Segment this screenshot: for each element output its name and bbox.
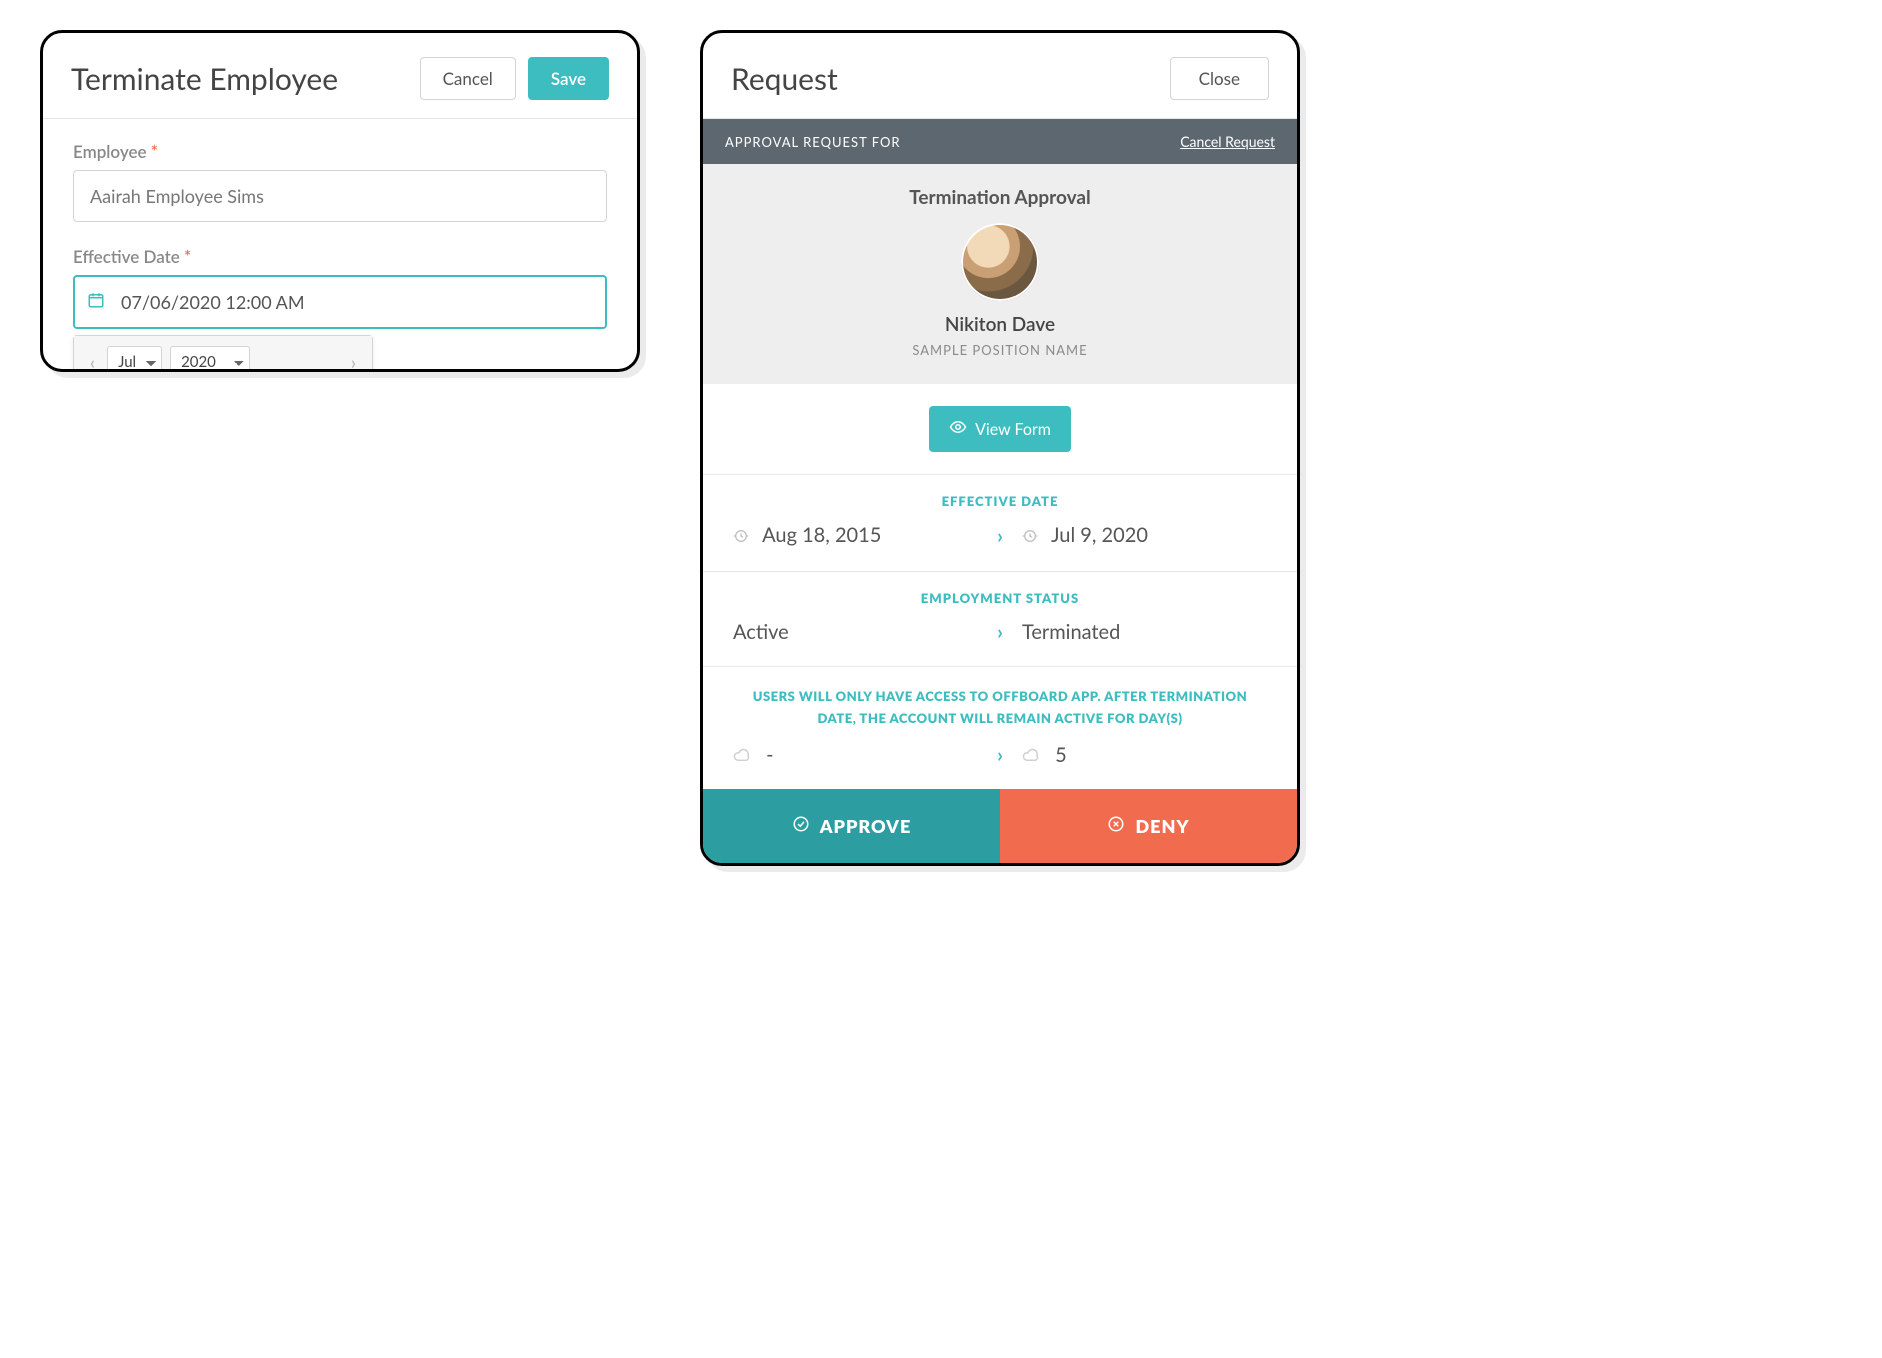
access-note: USERS WILL ONLY HAVE ACCESS TO OFFBOARD …	[733, 685, 1267, 729]
employment-status-to: Terminated	[1022, 620, 1267, 644]
calendar-icon	[87, 291, 105, 313]
employment-status-heading: EMPLOYMENT STATUS	[733, 590, 1267, 606]
effective-date-field: App. After termination day(s) ‹ Jul 2020	[73, 275, 607, 329]
action-bar: APPROVE DENY	[703, 789, 1297, 863]
request-panel: Request Close APPROVAL REQUEST FOR Cance…	[700, 30, 1300, 866]
approval-bar: APPROVAL REQUEST FOR Cancel Request	[703, 119, 1297, 164]
chevron-right-icon: ›	[988, 620, 1012, 644]
effective-date-label: Effective Date *	[73, 246, 607, 267]
view-form-button[interactable]: View Form	[929, 406, 1071, 452]
employee-input[interactable]	[73, 170, 607, 222]
employee-name: Nikiton Dave	[713, 313, 1287, 336]
effective-date-to: Jul 9, 2020	[1022, 523, 1267, 549]
cancel-button[interactable]: Cancel	[420, 57, 516, 100]
chevron-right-icon: ›	[988, 524, 1012, 548]
year-select[interactable]: 2020	[170, 346, 250, 372]
eye-icon	[949, 418, 967, 440]
employee-position: SAMPLE POSITION NAME	[713, 342, 1287, 358]
terminate-panel: Terminate Employee Cancel Save Employee …	[40, 30, 640, 372]
chevron-right-icon: ›	[988, 743, 1012, 767]
save-button[interactable]: Save	[528, 57, 609, 100]
clock-icon	[1022, 525, 1043, 549]
cancel-request-link[interactable]: Cancel Request	[1180, 133, 1275, 150]
datepicker: ‹ Jul 2020 › SuMoTuWeThFrSa 123456789101…	[73, 335, 373, 372]
cloud-icon	[733, 743, 756, 767]
avatar	[961, 223, 1039, 301]
x-circle-icon	[1107, 815, 1125, 837]
cloud-icon	[1022, 743, 1045, 767]
effective-date-from: Aug 18, 2015	[733, 523, 978, 549]
clock-icon	[733, 525, 754, 549]
employment-status-from: Active	[733, 620, 978, 644]
request-title: Request	[731, 61, 838, 97]
deny-button[interactable]: DENY	[1000, 789, 1297, 863]
employee-label: Employee *	[73, 141, 607, 162]
month-select[interactable]: Jul	[107, 346, 162, 372]
approve-button[interactable]: APPROVE	[703, 789, 1000, 863]
prev-month-button[interactable]: ‹	[86, 351, 99, 372]
terminate-title: Terminate Employee	[71, 61, 338, 97]
check-circle-icon	[792, 815, 810, 837]
close-button[interactable]: Close	[1170, 57, 1269, 100]
request-header: Request Close	[703, 33, 1297, 119]
effective-date-input[interactable]	[73, 275, 607, 329]
access-to: 5	[1022, 743, 1267, 767]
terminate-header: Terminate Employee Cancel Save	[43, 33, 637, 119]
next-month-button[interactable]: ›	[347, 351, 360, 372]
approval-bar-label: APPROVAL REQUEST FOR	[725, 134, 901, 150]
approval-summary: Termination Approval Nikiton Dave SAMPLE…	[703, 164, 1297, 384]
effective-date-section: EFFECTIVE DATE Aug 18, 2015 › Jul 9, 202…	[703, 475, 1297, 572]
access-section: USERS WILL ONLY HAVE ACCESS TO OFFBOARD …	[703, 667, 1297, 789]
effective-date-heading: EFFECTIVE DATE	[733, 493, 1267, 509]
approval-type: Termination Approval	[713, 186, 1287, 209]
access-from: -	[733, 743, 978, 767]
employment-status-section: EMPLOYMENT STATUS Active › Terminated	[703, 572, 1297, 667]
